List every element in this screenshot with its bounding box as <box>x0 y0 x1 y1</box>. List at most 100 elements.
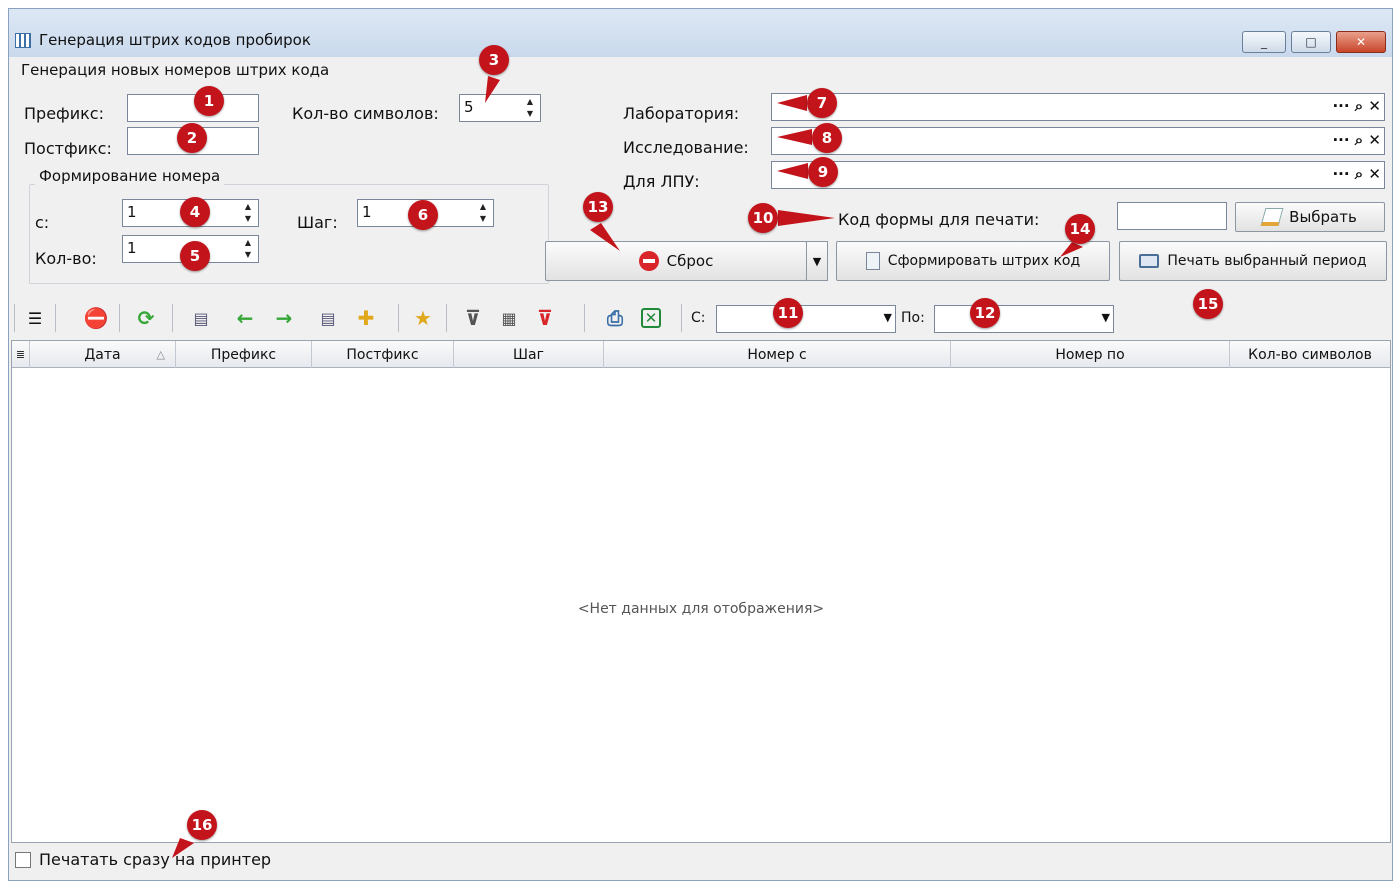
maximize-button[interactable]: □ <box>1291 31 1331 53</box>
col-number-to[interactable]: Номер по <box>951 341 1230 368</box>
annotation-badge: 4 <box>180 197 210 227</box>
annotation-badge: 1 <box>194 86 224 116</box>
stop-icon[interactable]: ⛔ <box>84 306 109 330</box>
close-button[interactable]: ✕ <box>1336 31 1386 53</box>
generate-barcode-label: Сформировать штрих код <box>887 253 1081 269</box>
print-period-button[interactable]: Печать выбранный период <box>1119 241 1387 281</box>
print-direct-label: Печатать сразу на принтер <box>39 850 272 869</box>
annotation-badge: 8 <box>812 123 842 153</box>
toolbar-separator <box>172 304 173 332</box>
annotation-badge: 6 <box>408 200 438 230</box>
arrow-right-icon[interactable]: → <box>272 306 296 330</box>
chevron-down-icon[interactable]: ▼ <box>1102 311 1110 324</box>
annotation-badge: 12 <box>970 298 1000 328</box>
col-date-label: Дата <box>84 346 121 363</box>
toolbar-separator <box>584 304 585 332</box>
step-value: 1 <box>362 203 372 221</box>
reset-dropdown-button[interactable]: ▼ <box>806 241 828 281</box>
toolbar-separator <box>14 304 15 332</box>
record-icon[interactable]: ▤ <box>189 306 213 330</box>
refresh-icon[interactable]: ⟳ <box>134 306 158 330</box>
column-chooser-icon[interactable]: ☰ <box>23 306 47 330</box>
col-postfix[interactable]: Постфикс <box>312 341 454 368</box>
title-bar: Генерация штрих кодов пробирок _ □ ✕ <box>9 9 1392 57</box>
record-next-icon[interactable]: ▤ <box>316 306 340 330</box>
sort-asc-icon: △ <box>156 348 165 361</box>
choose-button-label: Выбрать <box>1289 208 1357 226</box>
col-date[interactable]: Дата △ <box>30 341 176 368</box>
date-from-input[interactable]: ▼ <box>716 305 896 333</box>
document-icon <box>865 252 880 270</box>
minimize-button[interactable]: _ <box>1242 31 1286 53</box>
print-direct-checkbox[interactable] <box>15 852 31 868</box>
add-star-icon[interactable]: ✚ <box>354 306 378 330</box>
col-number-from[interactable]: Номер с <box>604 341 951 368</box>
spin-arrows-icon[interactable]: ▲ ▼ <box>475 202 491 224</box>
toolbar-separator <box>446 304 447 332</box>
symbols-label: Кол-во символов: <box>292 104 439 123</box>
window-title: Генерация штрих кодов пробирок <box>39 31 311 49</box>
filter-edit-icon[interactable]: ▦ <box>497 306 521 330</box>
annotation-badge: 2 <box>177 123 207 153</box>
annotation-badge: 10 <box>748 203 778 233</box>
filter-clear-icon[interactable]: ⊽ <box>533 306 557 330</box>
annotation-badge: 5 <box>180 241 210 271</box>
prefix-input[interactable] <box>127 94 259 122</box>
date-to-label: По: <box>901 310 925 326</box>
chevron-down-icon[interactable]: ▼ <box>884 311 892 324</box>
symbols-value: 5 <box>464 98 474 116</box>
print-form-input[interactable] <box>1117 202 1227 230</box>
annotation-badge: 9 <box>808 157 838 187</box>
research-label: Исследование: <box>623 138 749 157</box>
annotation-badge: 13 <box>583 192 613 222</box>
count-label: Кол-во: <box>35 249 97 268</box>
annotation-badge: 15 <box>1193 289 1223 319</box>
printer-icon <box>1139 254 1160 268</box>
grid-header: ≣ Дата △ Префикс Постфикс Шаг Номер с Но… <box>12 341 1390 368</box>
lpu-lookup[interactable]: ··· ⌕ ✕ <box>771 161 1385 189</box>
from-value: 1 <box>127 203 137 221</box>
prefix-label: Префикс: <box>24 104 104 123</box>
numbering-group-title: Формирование номера <box>35 167 225 185</box>
print-period-label: Печать выбранный период <box>1167 253 1367 269</box>
laboratory-label: Лаборатория: <box>623 104 740 123</box>
spin-arrows-icon[interactable]: ▲ ▼ <box>240 202 256 224</box>
spin-arrows-icon[interactable]: ▲ ▼ <box>240 238 256 260</box>
choose-button[interactable]: Выбрать <box>1235 202 1385 232</box>
generation-section-title: Генерация новых номеров штрих кода <box>21 61 330 79</box>
toolbar-separator <box>398 304 399 332</box>
favorite-star-icon[interactable]: ★ <box>411 306 435 330</box>
symbols-stepper[interactable]: 5 ▲ ▼ <box>459 94 541 122</box>
lookup-buttons-icon[interactable]: ··· ⌕ ✕ <box>1332 131 1381 149</box>
col-step[interactable]: Шаг <box>454 341 604 368</box>
print-form-label: Код формы для печати: <box>838 210 1040 229</box>
column-chooser-icon[interactable]: ≣ <box>12 341 30 368</box>
date-to-input[interactable]: ▼ <box>934 305 1114 333</box>
arrow-left-icon[interactable]: ← <box>233 306 257 330</box>
lookup-buttons-icon[interactable]: ··· ⌕ ✕ <box>1332 165 1381 183</box>
filter-icon[interactable]: ⊽ <box>461 306 485 330</box>
lpu-label: Для ЛПУ: <box>623 172 700 191</box>
print-icon[interactable]: ⎙ <box>603 306 627 330</box>
spin-arrows-icon[interactable]: ▲ ▼ <box>522 97 538 119</box>
data-grid: ≣ Дата △ Префикс Постфикс Шаг Номер с Но… <box>11 340 1391 843</box>
stop-icon <box>638 251 659 271</box>
toolbar-separator <box>681 304 682 332</box>
col-prefix[interactable]: Префикс <box>176 341 312 368</box>
step-label: Шаг: <box>297 213 338 232</box>
annotation-badge: 3 <box>479 45 509 75</box>
research-lookup[interactable]: ··· ⌕ ✕ <box>771 127 1385 155</box>
generate-barcode-button[interactable]: Сформировать штрих код <box>836 241 1110 281</box>
toolbar: ☰ ⛔ ⟳ ▤ ← → ▤ ✚ ★ ⊽ ▦ ⊽ ⎙ ✕ С: ▼ По: ▼ <box>9 296 1392 340</box>
laboratory-lookup[interactable]: ··· ⌕ ✕ <box>771 93 1385 121</box>
excel-export-icon[interactable]: ✕ <box>641 308 661 328</box>
annotation-badge: 14 <box>1065 214 1095 244</box>
toolbar-separator <box>55 304 56 332</box>
reset-button[interactable]: Сброс <box>545 241 807 281</box>
col-symbols[interactable]: Кол-во символов <box>1230 341 1390 368</box>
lookup-buttons-icon[interactable]: ··· ⌕ ✕ <box>1332 97 1381 115</box>
postfix-label: Постфикс: <box>24 139 112 158</box>
from-label: с: <box>35 213 50 232</box>
annotation-badge: 11 <box>773 298 803 328</box>
main-window: Генерация штрих кодов пробирок _ □ ✕ Ген… <box>8 8 1393 881</box>
